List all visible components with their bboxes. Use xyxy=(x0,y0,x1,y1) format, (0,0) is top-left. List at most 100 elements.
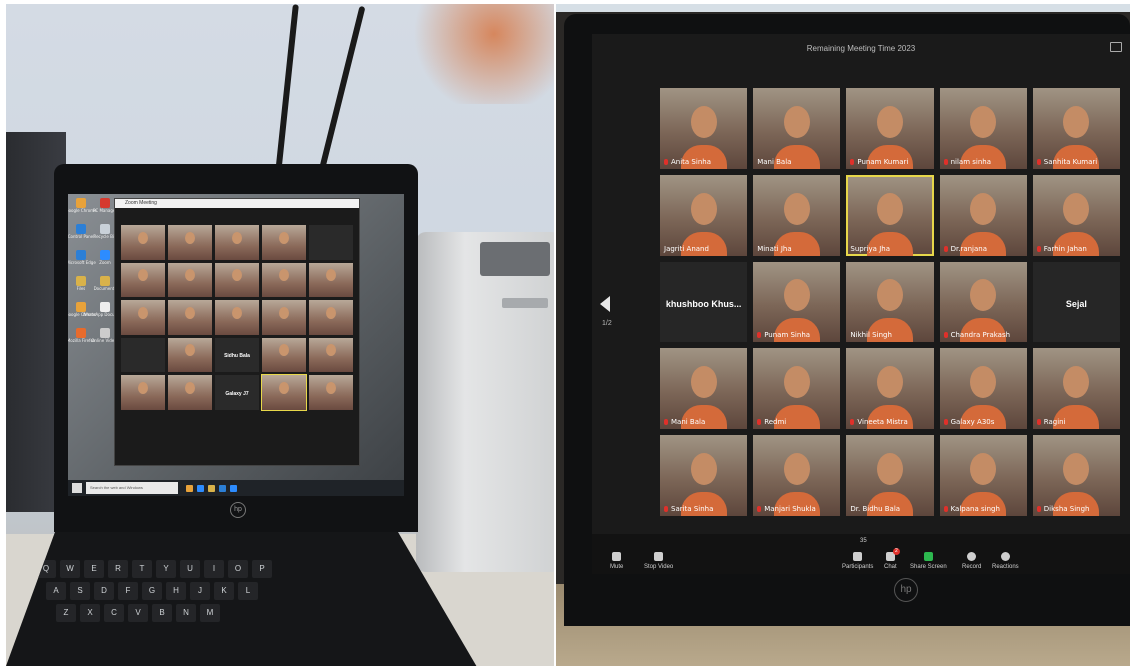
desktop-shortcut[interactable]: Files xyxy=(70,276,92,300)
participant-tile[interactable]: Galaxy A30s xyxy=(939,348,1027,430)
participant-name: Sarita Sinha xyxy=(671,505,714,513)
desktop-shortcut[interactable]: Mozilla Firefox xyxy=(68,328,95,352)
participant-tile[interactable]: Jagriti Anand xyxy=(660,174,748,256)
mini-video-tile[interactable] xyxy=(121,262,165,297)
power-cable xyxy=(275,4,299,174)
chat-icon: 2 xyxy=(885,548,900,561)
mini-video-tile[interactable]: Galaxy J7 xyxy=(215,375,259,410)
share-screen-label: Share Screen xyxy=(910,564,947,570)
desktop-shortcut-label: Microsoft Edge xyxy=(68,260,96,265)
reactions-button[interactable]: Reactions xyxy=(992,552,1019,570)
participant-tile[interactable]: Ragini xyxy=(1032,348,1120,430)
participant-name-label: Sanhita Kumari xyxy=(1036,158,1097,166)
taskbar-app-icon[interactable] xyxy=(219,484,226,492)
desktop-shortcut[interactable]: Documents xyxy=(94,276,116,300)
participant-tile[interactable]: Diksha Singh xyxy=(1032,435,1120,516)
mini-video-tile[interactable] xyxy=(168,300,212,335)
mini-video-tile[interactable] xyxy=(168,262,212,297)
participant-tile[interactable]: Sanhita Kumari xyxy=(1032,88,1120,169)
keyboard-key: A xyxy=(46,582,66,600)
desktop-shortcut[interactable]: Zoom xyxy=(94,250,116,274)
participant-face xyxy=(185,344,195,357)
participant-tile[interactable]: Sarita Sinha xyxy=(660,435,748,516)
mini-video-tile[interactable] xyxy=(168,375,212,410)
participant-tile[interactable]: Punam Sinha xyxy=(753,261,841,343)
taskbar-app-icon[interactable] xyxy=(230,484,237,492)
participant-face xyxy=(970,452,997,485)
desktop-shortcut[interactable]: Control Panel xyxy=(68,224,95,248)
chat-button[interactable]: 2 Chat xyxy=(884,548,900,570)
keyboard-key: E xyxy=(84,560,104,578)
participant-tile[interactable]: Vineeta Mistra xyxy=(846,348,934,430)
participants-button[interactable]: Participants xyxy=(842,552,873,570)
mini-video-tile[interactable] xyxy=(309,225,353,260)
taskbar-app-icon[interactable] xyxy=(197,484,204,492)
chat-label: Chat xyxy=(884,564,897,570)
mini-video-tile[interactable] xyxy=(262,225,306,260)
participant-tile[interactable]: Punam Kumari xyxy=(846,88,934,169)
keyboard-key: Z xyxy=(56,604,76,622)
mini-video-tile[interactable] xyxy=(262,300,306,335)
participant-tile[interactable]: Mani Bala xyxy=(753,88,841,169)
stop-video-button[interactable]: Stop Video xyxy=(644,552,673,570)
mini-video-tile[interactable] xyxy=(121,375,165,410)
muted-microphone-icon xyxy=(850,158,855,165)
mini-video-tile[interactable] xyxy=(309,300,353,335)
muted-microphone-icon xyxy=(1036,419,1041,426)
desktop-shortcut-label: Control Panel xyxy=(68,234,95,239)
mini-video-tile[interactable] xyxy=(261,374,307,411)
mini-video-tile[interactable] xyxy=(262,337,306,372)
participant-tile[interactable]: nilam sinha xyxy=(939,88,1027,169)
participant-name-label: Minati Jha xyxy=(757,245,791,253)
mini-video-tile[interactable] xyxy=(215,225,259,260)
taskbar-search[interactable]: Search the web and Windows xyxy=(86,482,178,494)
mini-video-tile[interactable] xyxy=(168,337,212,372)
participant-tile[interactable]: Mani Bala xyxy=(660,348,748,430)
participant-face xyxy=(326,269,336,282)
keyboard-key: T xyxy=(132,560,152,578)
previous-page-arrow-icon[interactable] xyxy=(600,296,610,312)
mini-video-tile[interactable] xyxy=(121,337,165,372)
windows-start-icon[interactable] xyxy=(72,483,82,493)
mini-video-tile[interactable] xyxy=(215,300,259,335)
participant-tile[interactable]: khushboo Khus... xyxy=(660,261,748,343)
desktop-shortcut[interactable]: Google Chrome xyxy=(68,198,97,222)
participant-tile[interactable]: Sejal xyxy=(1032,261,1120,343)
mini-video-tile[interactable] xyxy=(121,225,165,260)
mini-video-tile[interactable] xyxy=(262,262,306,297)
gallery-view-icon[interactable] xyxy=(1110,42,1122,52)
participant-tile[interactable]: Farhin Jahan xyxy=(1032,174,1120,256)
participant-tile[interactable]: Kalpana singh xyxy=(939,435,1027,516)
mute-button[interactable]: Mute xyxy=(610,552,623,570)
participant-face xyxy=(876,366,903,399)
mini-video-tile[interactable] xyxy=(309,337,353,372)
participant-tile[interactable]: Dr. Bidhu Bala xyxy=(846,435,934,516)
keyboard-key: D xyxy=(94,582,114,600)
taskbar-app-icon[interactable] xyxy=(208,484,215,492)
desktop-shortcut[interactable]: Microsoft Edge xyxy=(68,250,96,274)
participant-tile[interactable]: Anita Sinha xyxy=(660,88,748,169)
participant-tile[interactable]: Nikhil Singh xyxy=(846,261,934,343)
share-screen-button[interactable]: Share Screen xyxy=(910,552,947,570)
mini-video-tile[interactable] xyxy=(309,262,353,297)
participant-face xyxy=(970,279,997,312)
participant-tile[interactable]: Dr.ranjana xyxy=(939,174,1027,256)
mini-video-tile[interactable] xyxy=(168,225,212,260)
participant-tile[interactable]: Manjari Shukla xyxy=(753,435,841,516)
record-button[interactable]: Record xyxy=(962,552,981,570)
desktop-shortcut[interactable]: PC Manager xyxy=(93,198,117,222)
desktop-shortcut[interactable]: Online Videos xyxy=(91,328,119,352)
participant-tile[interactable]: Supriya Jha xyxy=(846,174,934,256)
participant-tile[interactable]: Chandra Prakash xyxy=(939,261,1027,343)
mini-video-tile[interactable] xyxy=(215,262,259,297)
mini-video-tile[interactable]: Sidhu Bala xyxy=(215,337,259,372)
desktop-shortcut[interactable]: WhatsApp Documents xyxy=(83,302,127,326)
participant-name-label: Vineeta Mistra xyxy=(850,418,908,426)
mini-video-tile[interactable] xyxy=(309,375,353,410)
participant-name-label: Nikhil Singh xyxy=(850,331,892,339)
participant-tile[interactable]: Redmi xyxy=(753,348,841,430)
mini-video-tile[interactable] xyxy=(121,300,165,335)
taskbar-app-icon[interactable] xyxy=(186,484,193,492)
participant-tile[interactable]: Minati Jha xyxy=(753,174,841,256)
desktop-shortcut[interactable]: Recycle Bin xyxy=(93,224,117,248)
